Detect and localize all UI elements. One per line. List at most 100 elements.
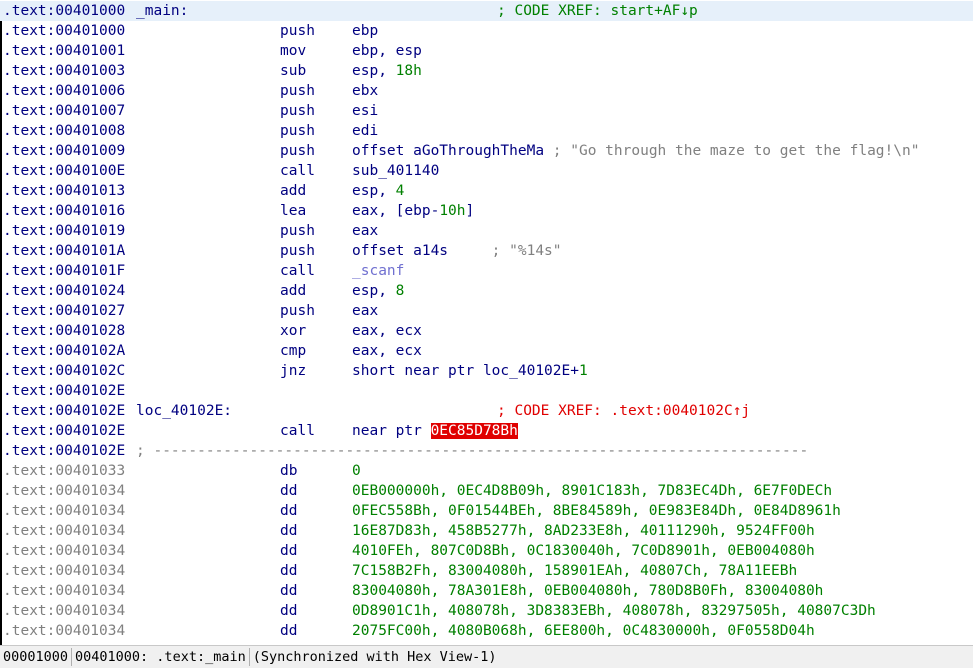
line-address[interactable]: .text:00401016 (3, 201, 125, 221)
data-values[interactable]: 0 (352, 463, 361, 479)
instruction-operands[interactable]: edi (352, 121, 378, 141)
invalid-address-highlight[interactable]: 0EC85D78Bh (430, 423, 518, 439)
instruction-operands[interactable]: ebx (352, 81, 378, 101)
disasm-line[interactable]: .text:00401009 push offset aGoThroughTheMa… (0, 141, 973, 161)
operand-text[interactable]: esp, (352, 283, 396, 299)
instruction-mnemonic[interactable]: db (280, 461, 297, 481)
instruction-operands[interactable]: 83004080h, 78A301E8h, 0EB004080h, 780D8B… (352, 581, 823, 601)
instruction-mnemonic[interactable]: dd (280, 501, 297, 521)
disasm-line[interactable]: .text:00401033 db 0 (0, 461, 973, 481)
instruction-operands[interactable]: eax (352, 301, 378, 321)
line-address[interactable]: .text:00401009 (3, 141, 125, 161)
instruction-operands[interactable]: _scanf (352, 261, 404, 281)
instruction-mnemonic[interactable]: push (280, 221, 315, 241)
instruction-mnemonic[interactable]: dd (280, 521, 297, 541)
instruction-operands[interactable]: esp, 18h (352, 61, 422, 81)
instruction-operands[interactable]: sub_401140 (352, 161, 439, 181)
instruction-operands[interactable]: 0 (352, 461, 361, 481)
instruction-mnemonic[interactable]: call (280, 161, 315, 181)
instruction-operands[interactable]: esi (352, 101, 378, 121)
operand-text[interactable]: edi (352, 123, 378, 139)
line-address[interactable]: .text:00401001 (3, 41, 125, 61)
disasm-line[interactable]: .text:00401027 push eax (0, 301, 973, 321)
instruction-operands[interactable]: ebp, esp (352, 41, 422, 61)
instruction-mnemonic[interactable]: dd (280, 561, 297, 581)
line-address[interactable]: .text:00401034 (3, 601, 125, 621)
operand-text[interactable]: short near ptr loc_40102E+ (352, 363, 579, 379)
line-address[interactable]: .text:0040102E (3, 441, 125, 461)
operand-text-tail[interactable]: ] (466, 203, 475, 219)
operand-text[interactable]: ebp (352, 23, 378, 39)
instruction-operands[interactable]: 16E87D83h, 458B5277h, 8AD233E8h, 4011129… (352, 521, 815, 541)
disasm-line[interactable]: .text:0040101F call _scanf (0, 261, 973, 281)
disasm-line[interactable]: .text:00401003 sub esp, 18h (0, 61, 973, 81)
line-address[interactable]: .text:00401034 (3, 541, 125, 561)
operand-text[interactable]: ebx (352, 83, 378, 99)
data-values[interactable]: 7C158B2Fh, 83004080h, 158901EAh, 40807Ch… (352, 563, 797, 579)
disasm-line[interactable]: .text:00401034 dd 0FEC558Bh, 0F01544BEh, 8… (0, 501, 973, 521)
disasm-line[interactable]: .text:00401034 dd 0D8901C1h, 408078h, 3D83… (0, 601, 973, 621)
instruction-mnemonic[interactable]: push (280, 81, 315, 101)
instruction-operands[interactable]: offset aGoThroughTheMa ; "Go through the… (352, 141, 919, 161)
disasm-line[interactable]: .text:0040100E call sub_401140 (0, 161, 973, 181)
line-address[interactable]: .text:00401013 (3, 181, 125, 201)
instruction-operands[interactable]: ebp (352, 21, 378, 41)
instruction-mnemonic[interactable]: sub (280, 61, 306, 81)
instruction-mnemonic[interactable]: jnz (280, 361, 306, 381)
disasm-line[interactable]: .text:00401034 dd 0EB000000h, 0EC4D8B09h, … (0, 481, 973, 501)
instruction-operands[interactable]: short near ptr loc_40102E+1 (352, 361, 588, 381)
operand-text[interactable]: eax, ecx (352, 343, 422, 359)
operand-text[interactable]: eax (352, 303, 378, 319)
line-address[interactable]: .text:00401028 (3, 321, 125, 341)
line-address[interactable]: .text:00401033 (3, 461, 125, 481)
disasm-line[interactable]: .text:00401008 push edi (0, 121, 973, 141)
operand-text[interactable]: ebp, esp (352, 43, 422, 59)
disasm-line[interactable]: .text:00401013 add esp, 4 (0, 181, 973, 201)
instruction-mnemonic[interactable]: call (280, 261, 315, 281)
instruction-mnemonic[interactable]: push (280, 141, 315, 161)
disasm-line[interactable]: .text:0040102A cmp eax, ecx (0, 341, 973, 361)
instruction-operands[interactable]: esp, 4 (352, 181, 404, 201)
disasm-line[interactable]: .text:0040102E ; ------------------------… (0, 441, 973, 461)
line-address[interactable]: .text:00401008 (3, 121, 125, 141)
instruction-mnemonic[interactable]: push (280, 301, 315, 321)
instruction-mnemonic[interactable]: cmp (280, 341, 306, 361)
line-address[interactable]: .text:0040102E (3, 421, 125, 441)
instruction-operands[interactable]: 7C158B2Fh, 83004080h, 158901EAh, 40807Ch… (352, 561, 797, 581)
operand-text[interactable]: offset a14s (352, 243, 448, 259)
instruction-operands[interactable]: 0D8901C1h, 408078h, 3D8383EBh, 408078h, … (352, 601, 876, 621)
disassembly-view[interactable]: .text:00401000 _main: ; CODE XREF: start+A… (0, 1, 973, 645)
operand-text[interactable]: eax, ecx (352, 323, 422, 339)
disasm-line[interactable]: .text:00401006 push ebx (0, 81, 973, 101)
operand-text[interactable]: near ptr (352, 423, 431, 439)
disasm-line[interactable]: .text:00401034 dd 16E87D83h, 458B5277h, 8A… (0, 521, 973, 541)
disasm-line[interactable]: .text:00401001 mov ebp, esp (0, 41, 973, 61)
instruction-mnemonic[interactable]: dd (280, 481, 297, 501)
line-address[interactable]: .text:00401034 (3, 561, 125, 581)
disasm-line[interactable]: .text:00401034 dd 7C158B2Fh, 83004080h, 15… (0, 561, 973, 581)
disasm-line[interactable]: .text:00401028 xor eax, ecx (0, 321, 973, 341)
instruction-mnemonic[interactable]: push (280, 101, 315, 121)
line-address[interactable]: .text:00401000 (3, 21, 125, 41)
xref-comment[interactable]: ; CODE XREF: start+AF↓p (497, 1, 698, 21)
disasm-line[interactable]: .text:00401034 dd 83004080h, 78A301E8h, 0E… (0, 581, 973, 601)
instruction-operands[interactable]: eax, [ebp-10h] (352, 201, 474, 221)
disasm-line[interactable]: .text:00401024 add esp, 8 (0, 281, 973, 301)
instruction-mnemonic[interactable]: xor (280, 321, 306, 341)
line-address[interactable]: .text:00401034 (3, 481, 125, 501)
string-comment[interactable]: ; "Go through the maze to get the flag!\… (544, 143, 920, 159)
instruction-mnemonic[interactable]: add (280, 281, 306, 301)
string-comment[interactable]: ; "%14s" (448, 243, 562, 259)
line-address[interactable]: .text:00401034 (3, 621, 125, 641)
data-values[interactable]: 4010FEh, 807C0D8Bh, 0C1830040h, 7C0D8901… (352, 543, 815, 559)
operand-text[interactable]: eax, [ebp- (352, 203, 439, 219)
operand-text[interactable]: offset aGoThroughTheMa (352, 143, 544, 159)
disasm-line[interactable]: .text:00401007 push esi (0, 101, 973, 121)
instruction-mnemonic[interactable]: dd (280, 601, 297, 621)
line-address[interactable]: .text:00401007 (3, 101, 125, 121)
xref-comment[interactable]: ; CODE XREF: .text:0040102C↑j (497, 401, 750, 421)
code-label[interactable]: _main: (136, 1, 188, 21)
instruction-mnemonic[interactable]: dd (280, 541, 297, 561)
data-values[interactable]: 16E87D83h, 458B5277h, 8AD233E8h, 4011129… (352, 523, 815, 539)
instruction-operands[interactable]: 4010FEh, 807C0D8Bh, 0C1830040h, 7C0D8901… (352, 541, 815, 561)
